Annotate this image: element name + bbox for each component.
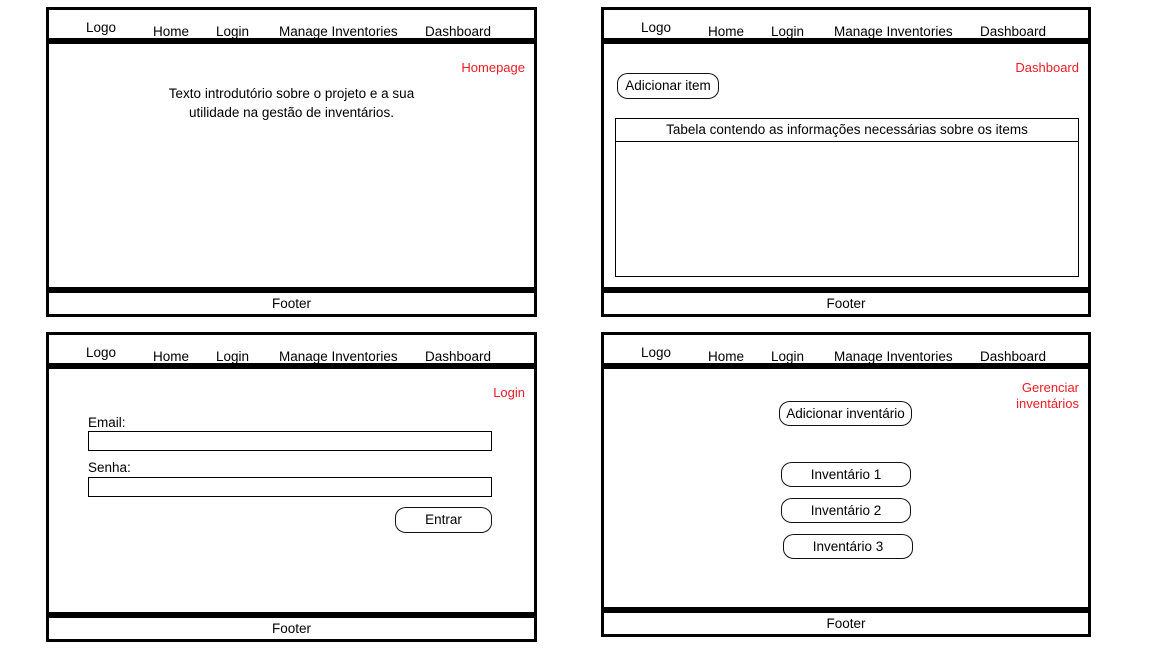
- navbar-homepage: Logo Home Login Manage Inventories Dashb…: [46, 7, 537, 41]
- inventory-item-3[interactable]: Inventário 3: [783, 534, 913, 559]
- navbar-login: Logo Home Login Manage Inventories Dashb…: [46, 332, 537, 366]
- content-area-login: Login Email: Senha: Entrar: [46, 366, 537, 615]
- footer-homepage: Footer: [46, 290, 537, 317]
- wireframe-screen-manage-inventories: Logo Home Login Manage Inventories Dashb…: [601, 332, 1091, 637]
- nav-logo[interactable]: Logo: [641, 21, 671, 35]
- footer-label: Footer: [271, 295, 312, 311]
- nav-link-dashboard[interactable]: Dashboard: [425, 25, 491, 39]
- navbar-manage-inventories: Logo Home Login Manage Inventories Dashb…: [601, 332, 1091, 366]
- nav-link-manage-inventories[interactable]: Manage Inventories: [279, 25, 398, 39]
- nav-logo[interactable]: Logo: [86, 21, 116, 35]
- nav-link-login[interactable]: Login: [771, 25, 804, 39]
- login-submit-button[interactable]: Entrar: [395, 507, 492, 533]
- navbar-dashboard: Logo Home Login Manage Inventories Dashb…: [601, 7, 1091, 41]
- inventory-item-1[interactable]: Inventário 1: [781, 462, 911, 487]
- password-field[interactable]: [88, 477, 492, 497]
- nav-link-dashboard[interactable]: Dashboard: [425, 350, 491, 364]
- nav-link-home[interactable]: Home: [153, 350, 189, 364]
- wireframe-screen-dashboard: Logo Home Login Manage Inventories Dashb…: [601, 7, 1091, 317]
- page-tag-login: Login: [493, 385, 525, 400]
- nav-link-manage-inventories[interactable]: Manage Inventories: [279, 350, 398, 364]
- add-inventory-button[interactable]: Adicionar inventário: [779, 401, 912, 426]
- items-table-header: Tabela contendo as informações necessári…: [616, 119, 1078, 142]
- nav-link-manage-inventories[interactable]: Manage Inventories: [834, 350, 953, 364]
- footer-label: Footer: [826, 615, 866, 631]
- password-label: Senha:: [88, 460, 131, 475]
- nav-link-home[interactable]: Home: [708, 350, 744, 364]
- wireframe-screen-login: Logo Home Login Manage Inventories Dashb…: [46, 332, 537, 642]
- nav-link-home[interactable]: Home: [153, 25, 189, 39]
- nav-link-dashboard[interactable]: Dashboard: [980, 350, 1046, 364]
- email-field[interactable]: [88, 431, 492, 451]
- items-table: Tabela contendo as informações necessári…: [615, 118, 1079, 277]
- page-tag-dashboard: Dashboard: [1015, 60, 1079, 75]
- homepage-intro-text: Texto introdutório sobre o projeto e a s…: [168, 86, 415, 120]
- nav-logo[interactable]: Logo: [86, 346, 116, 360]
- footer-login: Footer: [46, 615, 537, 642]
- nav-link-home[interactable]: Home: [708, 25, 744, 39]
- footer-manage-inventories: Footer: [601, 610, 1091, 637]
- content-area-homepage: Homepage Texto introdutório sobre o proj…: [46, 41, 537, 290]
- nav-link-login[interactable]: Login: [216, 350, 249, 364]
- content-area-dashboard: Dashboard Adicionar item Tabela contendo…: [601, 41, 1091, 290]
- nav-link-login[interactable]: Login: [771, 350, 804, 364]
- inventory-item-2[interactable]: Inventário 2: [781, 498, 911, 523]
- content-area-manage-inventories: Gerenciar inventários Adicionar inventár…: [601, 366, 1091, 610]
- wireframe-screen-homepage: Logo Home Login Manage Inventories Dashb…: [46, 7, 537, 317]
- footer-dashboard: Footer: [601, 290, 1091, 317]
- nav-link-manage-inventories[interactable]: Manage Inventories: [834, 25, 953, 39]
- nav-link-dashboard[interactable]: Dashboard: [980, 25, 1046, 39]
- page-tag-homepage: Homepage: [461, 60, 525, 75]
- nav-link-login[interactable]: Login: [216, 25, 249, 39]
- add-item-button[interactable]: Adicionar item: [617, 73, 719, 99]
- nav-logo[interactable]: Logo: [641, 346, 671, 360]
- footer-label: Footer: [271, 620, 312, 636]
- email-label: Email:: [88, 415, 126, 430]
- page-tag-manage-inventories: Gerenciar inventários: [1016, 380, 1079, 411]
- footer-label: Footer: [826, 295, 866, 311]
